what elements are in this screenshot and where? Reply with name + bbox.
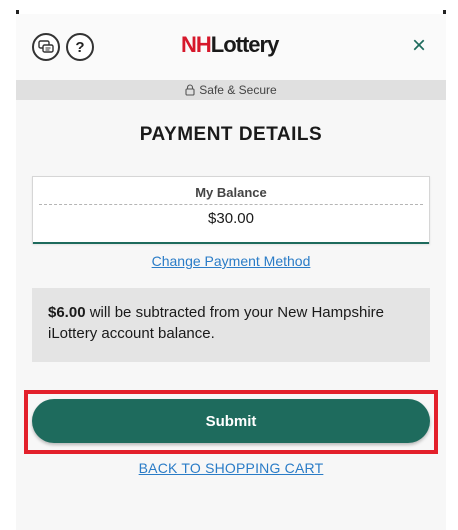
balance-notice: $6.00 will be subtracted from your New H…: [32, 288, 430, 362]
lock-icon: [185, 84, 195, 96]
back-to-shopping-cart-link[interactable]: BACK TO SHOPPING CART: [16, 460, 446, 476]
header: ? NHLottery ×: [16, 14, 446, 80]
nh-lottery-logo: NHLottery: [181, 32, 280, 58]
payment-panel: ? NHLottery × Safe & Secure PAYMENT DETA…: [16, 14, 446, 530]
balance-card: My Balance $30.00: [32, 176, 430, 244]
change-payment-method-link[interactable]: Change Payment Method: [16, 253, 446, 269]
page-title: PAYMENT DETAILS: [139, 124, 323, 145]
balance-underline: [33, 242, 429, 244]
chat-icon: [38, 40, 54, 53]
close-button[interactable]: ×: [407, 32, 431, 60]
logo-lottery: Lottery: [210, 32, 280, 57]
balance-divider: [39, 204, 423, 205]
notice-text: will be subtracted from your New Hampshi…: [48, 304, 384, 342]
chat-button[interactable]: [32, 33, 60, 61]
close-icon: ×: [411, 32, 426, 59]
balance-value: $30.00: [208, 210, 254, 227]
balance-label: My Balance: [195, 185, 267, 200]
top-strip: [0, 0, 458, 16]
help-icon: ?: [75, 38, 85, 56]
logo-nh: NH: [181, 32, 212, 57]
secure-label: Safe & Secure: [199, 83, 277, 97]
secure-bar: Safe & Secure: [16, 80, 446, 100]
notice-amount: $6.00: [48, 304, 86, 321]
submit-button[interactable]: Submit: [32, 399, 430, 443]
help-button[interactable]: ?: [66, 33, 94, 61]
